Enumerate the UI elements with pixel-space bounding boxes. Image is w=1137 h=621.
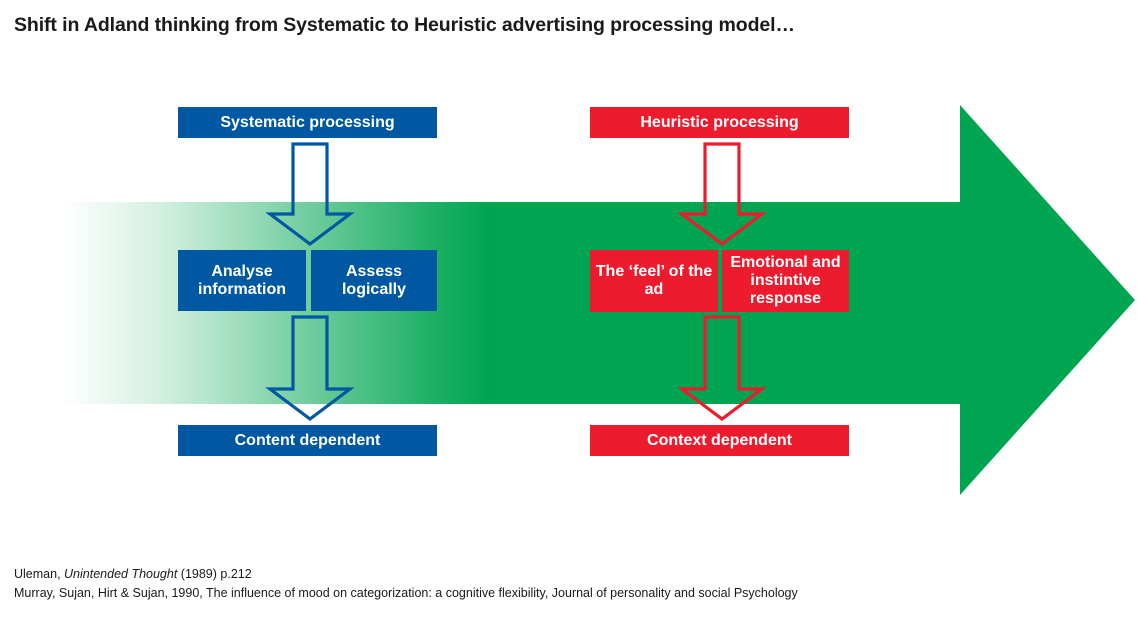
box-systematic-processing[interactable]: Systematic processing <box>178 107 437 138</box>
arrow-down-heuristic-bottom-icon <box>677 315 767 421</box>
citation-line-2: Murray, Sujan, Hirt & Sujan, 1990, The i… <box>14 586 798 601</box>
box-emotional-instintive-response[interactable]: Emotional and instintive response <box>722 250 849 312</box>
slide-canvas: Shift in Adland thinking from Systematic… <box>0 0 1137 621</box>
arrow-down-heuristic-top-icon <box>677 142 767 246</box>
citation-1-author: Uleman, <box>14 567 65 581</box>
green-right-arrow-icon <box>0 105 1135 495</box>
citation-1-title: Unintended Thought <box>64 567 178 581</box>
citation-line-1: Uleman, Unintended Thought (1989) p.212 <box>14 565 798 584</box>
box-feel-of-the-ad[interactable]: The ‘feel’ of the ad <box>590 250 718 312</box>
arrow-down-systematic-bottom-icon <box>265 315 355 421</box>
arrow-down-systematic-top-icon <box>265 142 355 246</box>
box-context-dependent[interactable]: Context dependent <box>590 425 849 456</box>
box-assess-logically[interactable]: Assess logically <box>311 250 437 311</box>
box-content-dependent[interactable]: Content dependent <box>178 425 437 456</box>
citations: Uleman, Unintended Thought (1989) p.212 … <box>14 565 798 604</box>
page-title: Shift in Adland thinking from Systematic… <box>14 14 795 36</box>
box-heuristic-processing[interactable]: Heuristic processing <box>590 107 849 138</box>
citation-1-detail: (1989) p.212 <box>177 567 252 581</box>
box-analyse-information[interactable]: Analyse information <box>178 250 306 311</box>
